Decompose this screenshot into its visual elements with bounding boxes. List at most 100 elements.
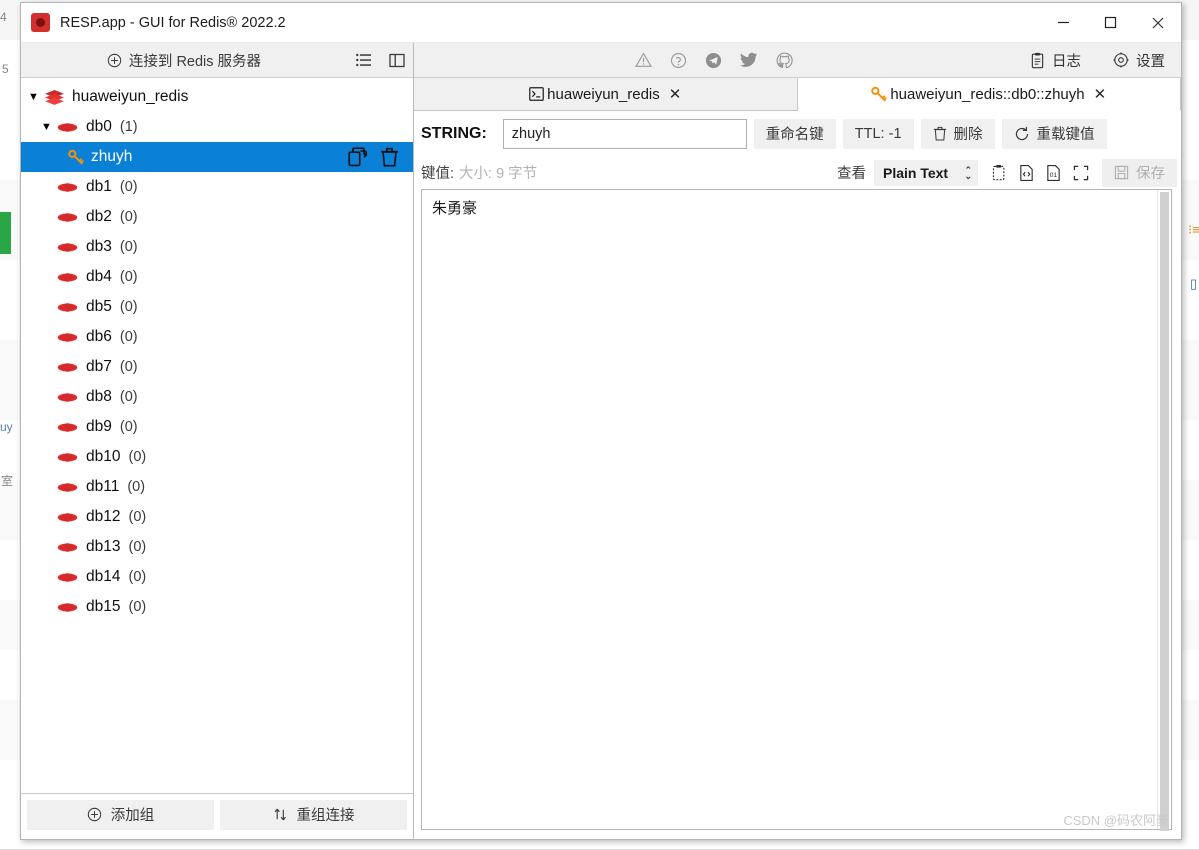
tree-item[interactable]: ▼ db4 (0) xyxy=(21,262,413,292)
tab-2[interactable]: huaweiyun_redis::db0::zhuyh ✕ xyxy=(797,78,1181,111)
question-circle-icon[interactable] xyxy=(670,52,687,69)
key-icon xyxy=(68,149,84,165)
caret-spacer: ▼ xyxy=(41,542,56,553)
twitter-icon[interactable] xyxy=(740,52,758,68)
telegram-icon[interactable] xyxy=(705,52,722,69)
window-body: 连接到 Redis 服务器 ▼ huaweiyun_redis ▼ db0 (1) zhu… xyxy=(21,43,1181,839)
value-editor[interactable]: 朱勇豪 xyxy=(421,189,1172,831)
tree-item[interactable]: ▼ db8 (0) xyxy=(21,382,413,412)
regroup-connections-button[interactable]: 重组连接 xyxy=(220,799,407,830)
tree-item[interactable]: ▼ db11 (0) xyxy=(21,472,413,502)
caret-spacer: ▼ xyxy=(41,392,56,403)
paste-clipboard-icon[interactable] xyxy=(986,159,1013,187)
tree-item-label: db13 xyxy=(86,538,121,555)
log-button[interactable]: 日志 xyxy=(1014,43,1097,77)
database-icon xyxy=(57,601,78,614)
tree-item-count: (0) xyxy=(119,419,138,435)
key-type-label: STRING: xyxy=(421,124,487,142)
tree-item[interactable]: ▼ db3 (0) xyxy=(21,232,413,262)
save-value-button[interactable]: 保存 xyxy=(1102,158,1177,187)
minimize-button[interactable] xyxy=(1040,3,1087,42)
database-icon xyxy=(57,421,78,434)
tab-label: huaweiyun_redis xyxy=(547,85,660,103)
caret-expanded-icon[interactable]: ▼ xyxy=(41,121,56,133)
stack-icon xyxy=(44,89,65,106)
ttl-button[interactable]: TTL: -1 xyxy=(842,118,914,149)
tab-1[interactable]: huaweiyun_redis ✕ xyxy=(414,78,798,110)
caret-spacer: ▼ xyxy=(41,242,56,253)
tree-item[interactable]: ▼ huaweiyun_redis xyxy=(21,82,413,112)
caret-spacer: ▼ xyxy=(41,212,56,223)
bg-orange-fragment: ▯ xyxy=(1190,276,1198,291)
social-icon-group xyxy=(635,52,793,69)
bg-orange-fragment: ⁝≡ xyxy=(1188,222,1199,237)
delete-key-label: 删除 xyxy=(953,127,983,143)
code-file-icon[interactable] xyxy=(1013,159,1040,187)
tree-item[interactable]: ▼ db1 (0) xyxy=(21,172,413,202)
tree-item-count: (0) xyxy=(119,269,138,285)
tree-item[interactable]: ▼ db0 (1) xyxy=(21,112,413,142)
tree-item-label: zhuyh xyxy=(91,148,133,165)
tree-item-count: (0) xyxy=(119,359,138,375)
key-name-input[interactable] xyxy=(502,118,747,149)
tree-item-label: db10 xyxy=(86,448,121,465)
tree-item[interactable]: ▼ db13 (0) xyxy=(21,532,413,562)
trash-icon[interactable] xyxy=(380,147,399,167)
settings-button[interactable]: 设置 xyxy=(1097,43,1181,77)
tree-item[interactable]: ▼ db2 (0) xyxy=(21,202,413,232)
tree-item[interactable]: ▼ db15 (0) xyxy=(21,592,413,622)
tree-item[interactable]: ▼ db14 (0) xyxy=(21,562,413,592)
github-icon[interactable] xyxy=(776,52,793,69)
refresh-icon xyxy=(1014,126,1030,142)
value-editor-text[interactable]: 朱勇豪 xyxy=(422,190,1157,829)
tab-bar[interactable]: huaweiyun_redis ✕ huaweiyun_redis::db0::zh… xyxy=(414,78,1181,111)
caret-spacer: ▼ xyxy=(41,482,56,493)
split-panel-icon[interactable] xyxy=(380,43,413,77)
tree-item[interactable]: ▼ db10 (0) xyxy=(21,442,413,472)
list-icon[interactable] xyxy=(347,43,380,77)
binary-file-icon[interactable]: 01 xyxy=(1040,159,1067,187)
tree-item[interactable]: ▼ db5 (0) xyxy=(21,292,413,322)
reload-value-button[interactable]: 重载键值 xyxy=(1001,118,1107,149)
tree-item-count: (0) xyxy=(119,329,138,345)
maximize-button[interactable] xyxy=(1087,3,1134,42)
database-icon xyxy=(57,271,78,284)
close-button[interactable] xyxy=(1134,3,1181,42)
caret-expanded-icon[interactable]: ▼ xyxy=(28,91,43,103)
copy-key-icon[interactable] xyxy=(348,147,368,167)
tree-item-count: (0) xyxy=(128,569,147,585)
value-editor-scrollbar[interactable] xyxy=(1157,190,1171,831)
sidebar-header: 连接到 Redis 服务器 xyxy=(21,43,413,78)
tab-close-icon[interactable]: ✕ xyxy=(1094,85,1107,103)
sidebar-footer: 添加组 重组连接 xyxy=(21,793,413,839)
tree-item[interactable]: ▼ db6 (0) xyxy=(21,322,413,352)
tree-item-count: (0) xyxy=(119,239,138,255)
format-select[interactable]: Plain Text ⌃ ⌄ xyxy=(874,159,978,186)
tree-item[interactable]: ▼ db9 (0) xyxy=(21,412,413,442)
tree-item[interactable]: ▼ db7 (0) xyxy=(21,352,413,382)
log-button-label: 日志 xyxy=(1052,53,1081,70)
rename-key-label: 重命名键 xyxy=(765,127,824,143)
add-group-button[interactable]: 添加组 xyxy=(27,799,214,830)
caret-spacer: ▼ xyxy=(41,182,56,193)
scrollbar-thumb[interactable] xyxy=(1160,192,1169,831)
sort-arrows-icon xyxy=(273,807,288,822)
connection-tree[interactable]: ▼ huaweiyun_redis ▼ db0 (1) zhuyh ▼ db1 (0) ▼ db2 (… xyxy=(21,78,413,793)
database-icon xyxy=(57,571,78,584)
tree-item-selected[interactable]: zhuyh xyxy=(21,142,413,172)
value-header-row: 键值: 大小: 9 字节 查看 Plain Text ⌃ ⌄ 01 保存 xyxy=(414,156,1181,189)
tree-item[interactable]: ▼ db12 (0) xyxy=(21,502,413,532)
tree-item-count: (1) xyxy=(119,119,138,135)
tab-close-icon[interactable]: ✕ xyxy=(669,85,682,103)
connect-to-redis-button[interactable]: 连接到 Redis 服务器 xyxy=(21,43,347,77)
console-icon xyxy=(529,87,544,101)
delete-key-button[interactable]: 删除 xyxy=(920,118,995,149)
connect-button-label: 连接到 Redis 服务器 xyxy=(128,53,262,70)
bg-text-fragment: 室 xyxy=(1,474,14,488)
fullscreen-icon[interactable] xyxy=(1067,159,1094,187)
warning-triangle-icon[interactable] xyxy=(635,52,652,68)
sidebar: 连接到 Redis 服务器 ▼ huaweiyun_redis ▼ db0 (1) zhu… xyxy=(21,43,414,839)
tree-item-label: db2 xyxy=(86,208,112,225)
svg-text:01: 01 xyxy=(1050,172,1058,179)
rename-key-button[interactable]: 重命名键 xyxy=(753,118,836,149)
